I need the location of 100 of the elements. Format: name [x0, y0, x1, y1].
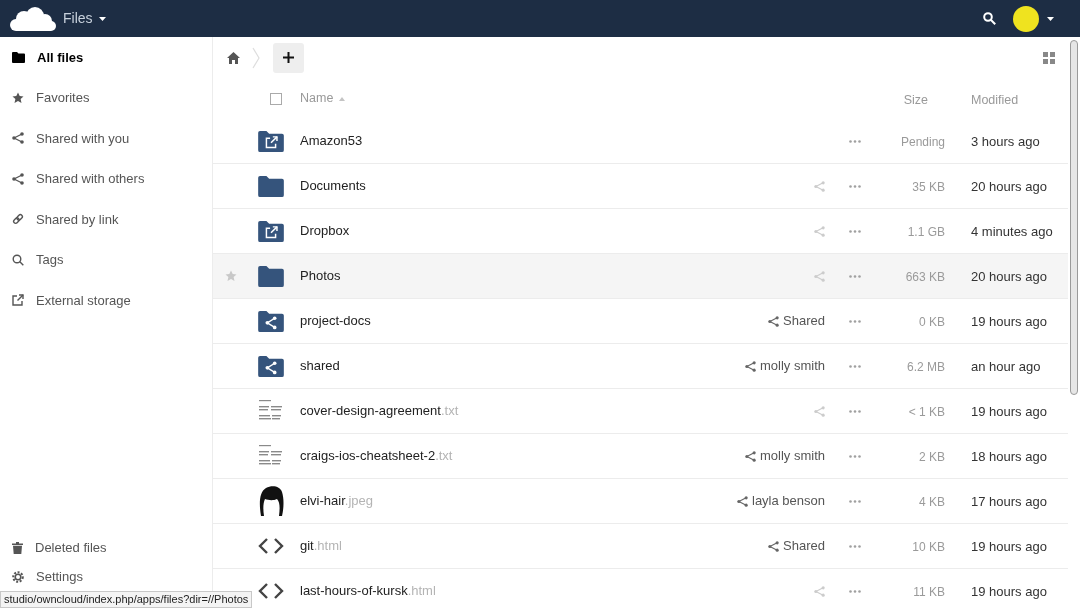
new-button[interactable] — [273, 42, 304, 73]
file-name[interactable]: Photos — [300, 266, 341, 286]
file-size: 1.1 GB — [907, 225, 945, 239]
sidebar-item[interactable]: Shared with others — [0, 158, 212, 199]
modified-time: 4 minutes ago — [971, 224, 1053, 239]
file-size: 2 KB — [919, 450, 945, 464]
share-icon — [768, 540, 780, 552]
sidebar-item[interactable]: Settings — [0, 562, 212, 591]
file-name[interactable]: cover-design-agreement.txt — [300, 401, 459, 421]
modified-time: 20 hours ago — [971, 179, 1047, 194]
sidebar-item[interactable]: All files — [0, 37, 212, 78]
scrollbar-thumb[interactable] — [1070, 40, 1078, 395]
share-icon — [745, 450, 756, 462]
file-name[interactable]: last-hours-of-kursk.html — [300, 581, 436, 601]
more-icon[interactable] — [849, 544, 861, 548]
modified-time: 19 hours ago — [971, 539, 1047, 554]
caret-down-icon[interactable] — [1047, 16, 1054, 21]
file-name[interactable]: shared — [300, 356, 340, 376]
external-folder-icon — [258, 220, 284, 242]
more-icon[interactable] — [849, 499, 861, 503]
hair-thumbnail — [257, 485, 285, 517]
home-icon[interactable] — [227, 51, 240, 64]
select-all-checkbox[interactable] — [270, 92, 282, 105]
status-url: studio/owncloud/index.php/apps/files?dir=//Photos — [0, 591, 253, 608]
share-icon — [768, 315, 780, 327]
file-size: 35 KB — [912, 180, 945, 194]
file-name[interactable]: Documents — [300, 176, 366, 196]
more-icon[interactable] — [849, 409, 861, 413]
file-name[interactable]: craigs-ios-cheatsheet-2.txt — [300, 446, 453, 466]
share-button[interactable]: molly smith — [745, 356, 825, 376]
file-size: 4 KB — [919, 495, 945, 509]
sidebar-item[interactable]: Favorites — [0, 77, 212, 118]
shared-folder-icon — [258, 310, 284, 332]
more-icon[interactable] — [849, 319, 861, 323]
external-link-icon — [12, 294, 24, 307]
folder-icon — [258, 265, 284, 287]
more-icon[interactable] — [849, 139, 861, 143]
file-size: 11 KB — [913, 585, 945, 599]
file-name[interactable]: git.html — [300, 536, 342, 556]
sidebar-item[interactable]: Deleted files — [0, 533, 212, 562]
caret-down-icon — [98, 16, 106, 21]
code-icon — [258, 582, 284, 600]
code-icon — [258, 537, 284, 555]
file-name[interactable]: Amazon53 — [300, 131, 363, 151]
star-icon[interactable] — [225, 270, 237, 282]
file-name[interactable]: project-docs — [300, 311, 371, 331]
magnifier-icon — [12, 253, 24, 266]
share-button[interactable]: Shared — [768, 536, 825, 556]
star-icon — [12, 91, 24, 104]
shared-folder-icon — [258, 355, 284, 377]
share-icon[interactable] — [814, 405, 825, 417]
more-icon[interactable] — [849, 229, 861, 233]
app-menu[interactable]: Files — [63, 8, 106, 29]
share-button[interactable]: Shared — [768, 311, 825, 331]
sidebar-item[interactable]: External storage — [0, 280, 212, 321]
modified-time: 19 hours ago — [971, 404, 1047, 419]
folder-icon — [12, 51, 25, 63]
plus-icon — [283, 52, 294, 63]
modified-time: an hour ago — [971, 359, 1041, 374]
share-button[interactable]: molly smith — [745, 446, 825, 466]
modified-time: 19 hours ago — [971, 584, 1047, 599]
file-size: < 1 KB — [908, 405, 945, 419]
avatar[interactable] — [1013, 5, 1039, 32]
link-icon — [12, 213, 24, 226]
more-icon[interactable] — [849, 364, 861, 368]
share-icon — [12, 132, 24, 145]
file-size: 6.2 MB — [907, 360, 945, 374]
sidebar-item[interactable]: Tags — [0, 239, 212, 280]
file-size: 0 KB — [919, 315, 945, 329]
external-folder-icon — [258, 130, 284, 152]
folder-icon — [258, 175, 284, 197]
share-button[interactable]: layla benson — [737, 491, 825, 511]
cloud-logo[interactable] — [10, 6, 56, 31]
share-icon — [12, 172, 24, 185]
share-icon[interactable] — [814, 585, 825, 597]
modified-time: 20 hours ago — [971, 269, 1047, 284]
file-size: 663 KB — [905, 270, 945, 284]
share-icon[interactable] — [814, 225, 825, 237]
file-size: 10 KB — [912, 540, 945, 554]
share-icon — [745, 360, 756, 372]
search-icon[interactable] — [983, 12, 996, 25]
file-name[interactable]: Dropbox — [300, 221, 350, 241]
grid-view-icon[interactable] — [1043, 51, 1055, 64]
more-icon[interactable] — [849, 274, 861, 278]
modified-time: 3 hours ago — [971, 134, 1040, 149]
more-icon[interactable] — [849, 454, 861, 458]
modified-time: 17 hours ago — [971, 494, 1047, 509]
gear-icon — [12, 570, 24, 583]
file-row[interactable]: Photos 663 KB 20 hours ago — [213, 254, 1068, 299]
share-icon[interactable] — [814, 180, 825, 192]
trash-icon — [12, 541, 23, 554]
file-name[interactable]: elvi-hair.jpeg — [300, 491, 373, 511]
share-icon — [737, 495, 748, 507]
file-size: Pending — [900, 135, 945, 149]
sidebar-item[interactable]: Shared with you — [0, 118, 212, 159]
share-icon[interactable] — [814, 270, 825, 282]
more-icon[interactable] — [849, 589, 861, 593]
sidebar-item[interactable]: Shared by link — [0, 199, 212, 240]
more-icon[interactable] — [849, 184, 861, 188]
breadcrumb-chevron-icon — [252, 46, 260, 69]
